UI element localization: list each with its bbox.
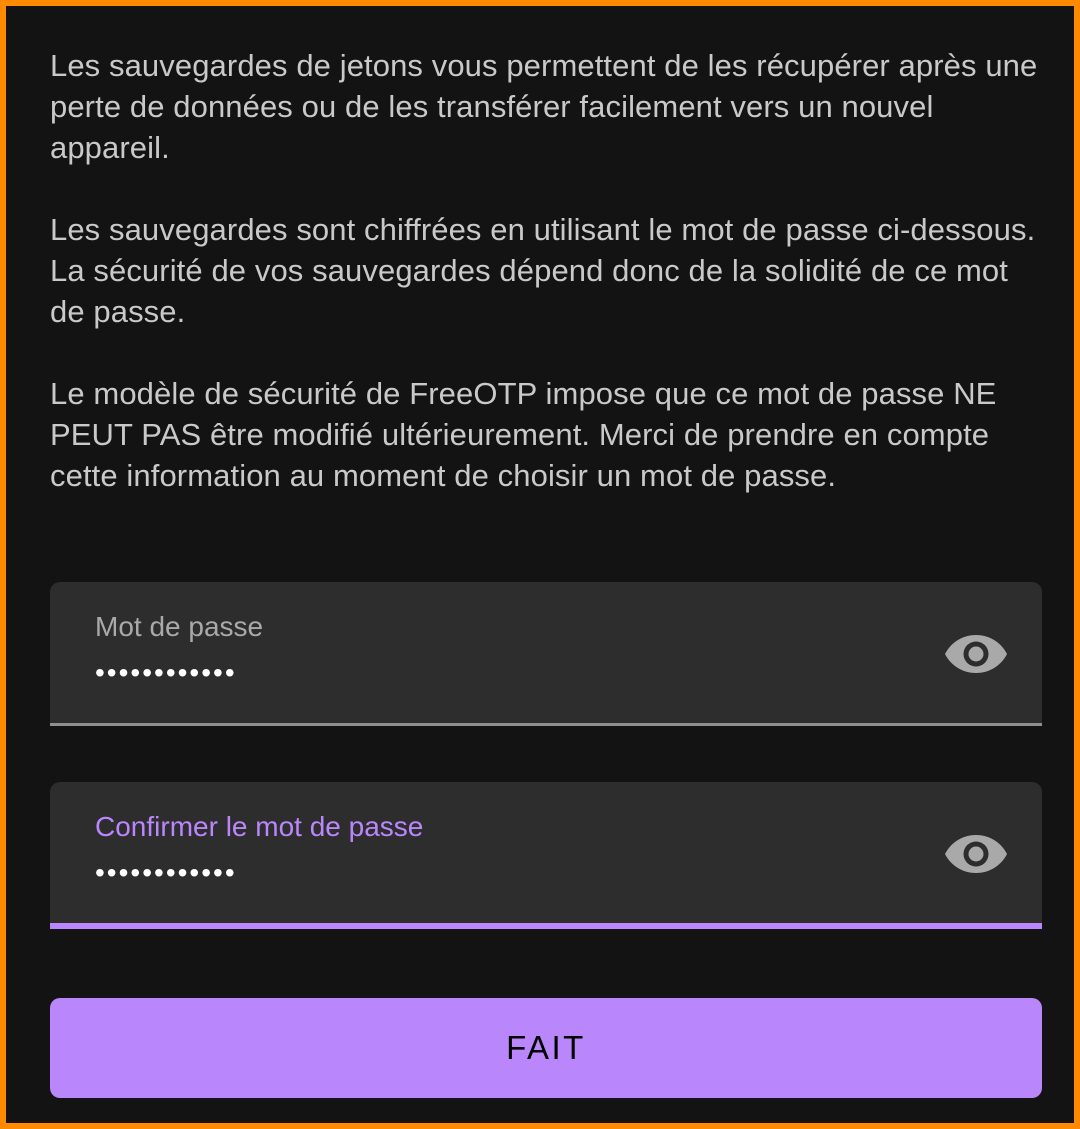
info-paragraph-restore: Les sauvegardes de jetons vous permetten… [50, 48, 1038, 165]
confirm-password-input[interactable]: •••••••••••• [95, 856, 237, 890]
eye-icon[interactable] [944, 632, 1008, 676]
confirm-password-field[interactable]: Confirmer le mot de passe •••••••••••• [50, 782, 1042, 929]
info-paragraph-warning: Le modèle de sécurité de FreeOTP impose … [50, 376, 997, 493]
done-button[interactable]: FAIT [50, 998, 1042, 1098]
password-field[interactable]: Mot de passe •••••••••••• [50, 582, 1042, 726]
confirm-password-field-label: Confirmer le mot de passe [95, 811, 424, 842]
eye-icon[interactable] [944, 832, 1008, 876]
password-field-label: Mot de passe [95, 611, 264, 642]
password-input[interactable]: •••••••••••• [95, 656, 237, 690]
info-paragraph-encryption: Les sauvegardes sont chiffrées en utilis… [50, 212, 1036, 329]
screen-frame: Les sauvegardes de jetons vous permetten… [0, 0, 1080, 1129]
